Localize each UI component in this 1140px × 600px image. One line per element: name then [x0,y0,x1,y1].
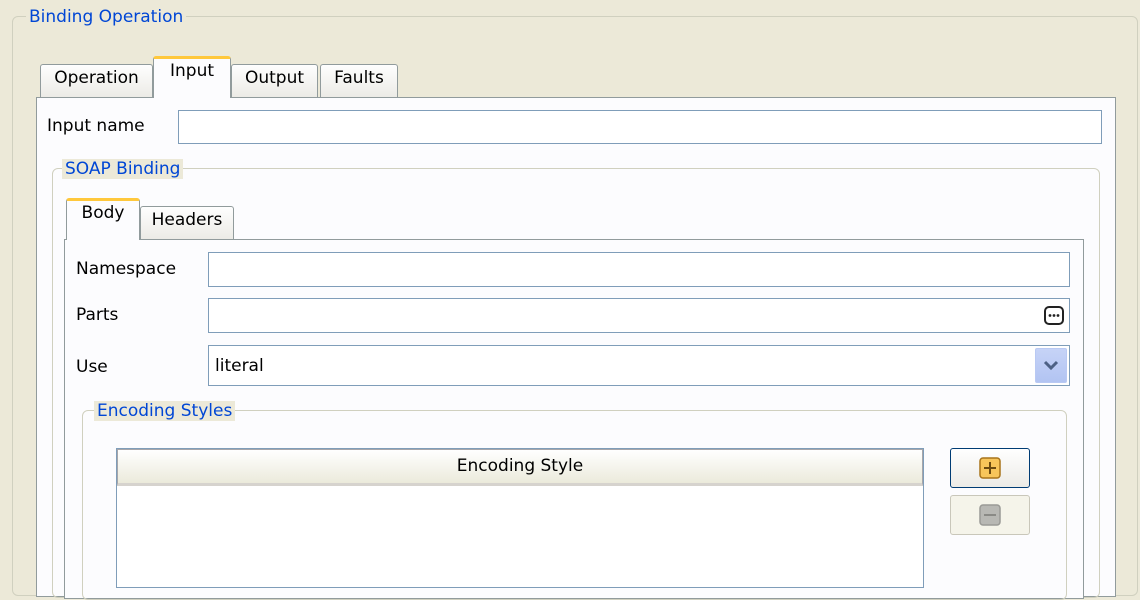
tab-headers[interactable]: Headers [140,206,234,239]
tab-body[interactable]: Body [66,198,140,240]
tab-faults[interactable]: Faults [320,64,398,97]
namespace-label: Namespace [76,259,177,279]
namespace-field[interactable] [208,252,1070,287]
parts-field[interactable] [208,298,1070,333]
encoding-styles-title: Encoding Styles [94,401,236,421]
input-name-label: Input name [47,116,145,136]
encoding-styles-table[interactable]: Encoding Style [116,448,924,588]
plus-icon [979,457,1001,479]
add-encoding-style-button[interactable] [950,448,1030,488]
use-label: Use [76,357,108,377]
tab-operation[interactable]: Operation [40,64,153,97]
tab-output[interactable]: Output [231,64,318,97]
binding-operation-title: Binding Operation [26,7,187,27]
use-select-value: literal [215,356,264,376]
ellipsis-icon[interactable] [1044,306,1064,325]
use-select[interactable]: literal [208,345,1070,386]
parts-label: Parts [76,305,119,325]
remove-encoding-style-button[interactable] [950,495,1030,535]
chevron-down-icon[interactable] [1035,348,1067,383]
input-name-field[interactable] [178,110,1102,144]
tab-input[interactable]: Input [153,56,231,98]
soap-binding-title: SOAP Binding [62,159,184,179]
minus-icon [979,504,1001,526]
encoding-style-column-header[interactable]: Encoding Style [117,449,923,486]
